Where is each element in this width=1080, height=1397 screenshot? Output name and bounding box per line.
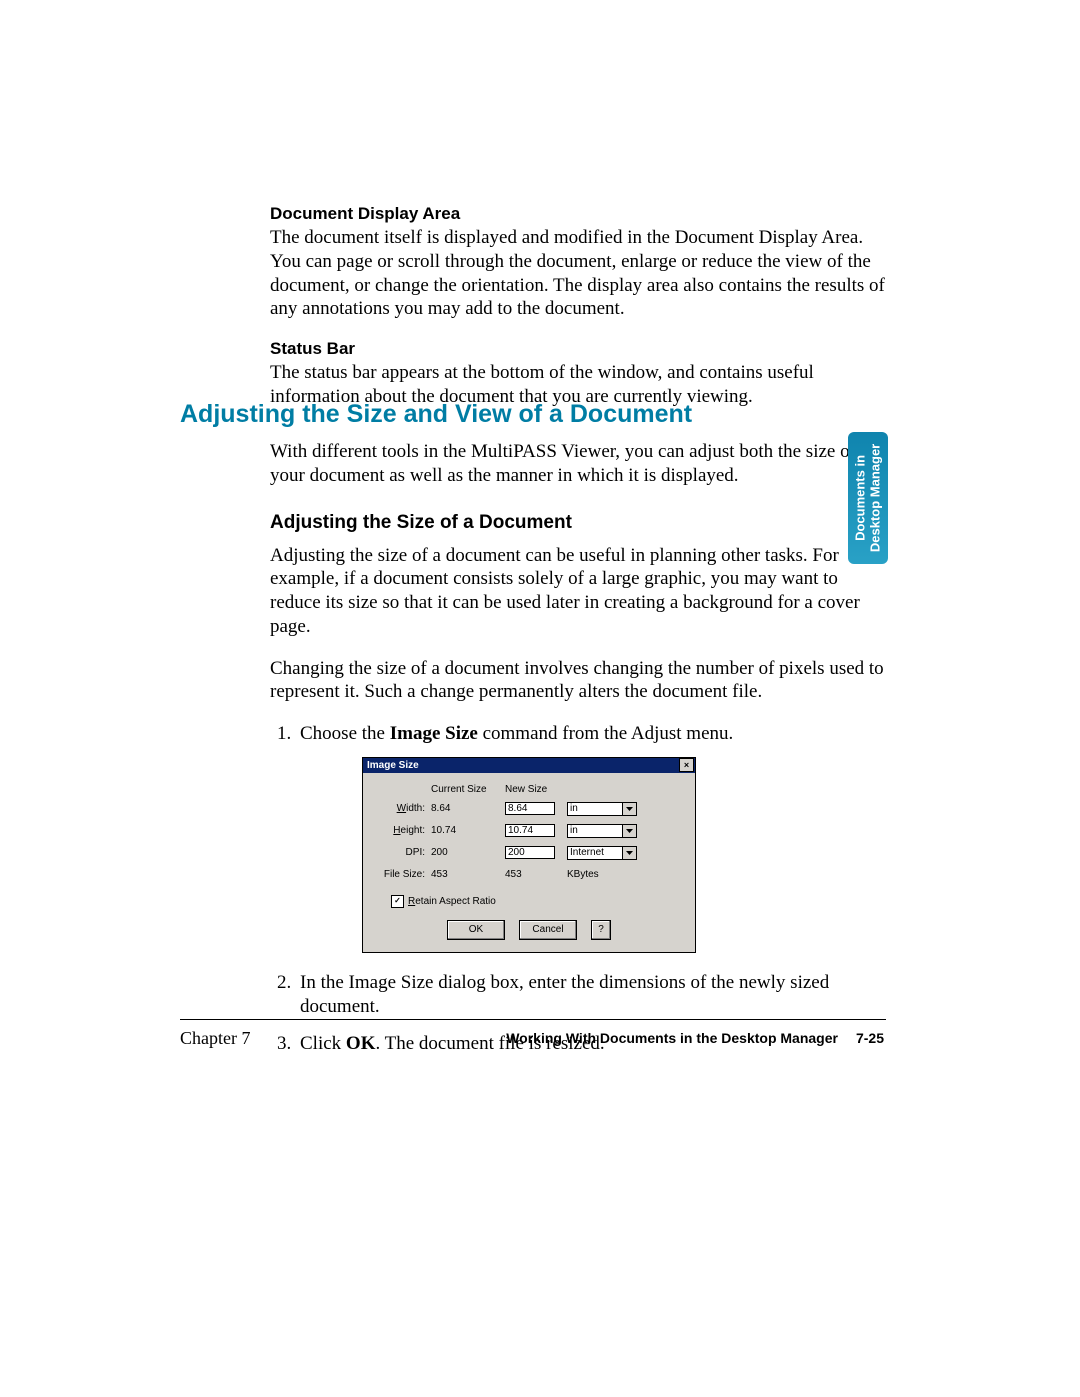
footer-chapter: Chapter 7 bbox=[180, 1028, 250, 1049]
manual-page: Document Display Area The document itsel… bbox=[0, 0, 1080, 1397]
width-unit-combo[interactable]: in bbox=[567, 802, 637, 816]
label-status-bar: Status Bar bbox=[270, 339, 886, 359]
para-adjust-a: Adjusting the size of a document can be … bbox=[270, 544, 886, 639]
dialog-body: Current Size New Size Width: 8.64 8.64 bbox=[363, 773, 695, 952]
dpi-new-input[interactable]: 200 bbox=[505, 846, 555, 859]
step1-post: command from the Adjust menu. bbox=[478, 723, 733, 744]
retain-aspect-checkbox[interactable]: ✓ bbox=[391, 895, 404, 908]
label-height: Height: bbox=[373, 824, 431, 837]
heading-adjusting-size-view: Adjusting the Size and View of a Documen… bbox=[180, 400, 900, 429]
label-display-area: Document Display Area bbox=[270, 204, 886, 224]
retain-aspect-checkbox-row: ✓ Retain Aspect Ratio bbox=[391, 895, 685, 908]
section-tab-text: Documents inDesktop Manager bbox=[853, 444, 883, 552]
close-icon: × bbox=[684, 761, 689, 770]
para-adjust-b: Changing the size of a document involves… bbox=[270, 657, 886, 705]
col-current-size: Current Size bbox=[431, 783, 505, 796]
step-2: In the Image Size dialog box, enter the … bbox=[296, 971, 886, 1020]
step3-pre: Click bbox=[300, 1033, 346, 1054]
step1-pre: Choose the bbox=[300, 723, 390, 744]
height-new-input[interactable]: 10.74 bbox=[505, 824, 555, 837]
col-new-size: New Size bbox=[505, 783, 567, 796]
filesize-current: 453 bbox=[431, 868, 505, 881]
step-1: Choose the Image Size command from the A… bbox=[296, 722, 886, 953]
dialog-button-row: OK Cancel ? bbox=[373, 920, 685, 944]
height-unit-combo[interactable]: in bbox=[567, 824, 637, 838]
height-unit-value: in bbox=[568, 825, 622, 837]
image-size-dialog: Image Size × Current Size New Size bbox=[362, 757, 696, 953]
heading-adjusting-size: Adjusting the Size of a Document bbox=[270, 512, 886, 534]
dialog-titlebar: Image Size × bbox=[363, 758, 695, 773]
filesize-unit: KBytes bbox=[567, 868, 651, 881]
top-content: Document Display Area The document itsel… bbox=[270, 204, 886, 427]
label-width: Width: bbox=[373, 802, 431, 815]
footer-divider bbox=[180, 1019, 886, 1020]
footer-section-page: Working With Documents in the Desktop Ma… bbox=[506, 1030, 884, 1046]
cancel-button[interactable]: Cancel bbox=[519, 920, 577, 940]
help-button[interactable]: ? bbox=[591, 920, 611, 940]
steps-list: Choose the Image Size command from the A… bbox=[270, 722, 886, 1057]
label-dpi: DPI: bbox=[373, 846, 431, 859]
row-dpi: DPI: 200 200 Internet bbox=[373, 846, 685, 860]
main-content: With different tools in the MultiPASS Vi… bbox=[270, 440, 886, 1069]
dialog-header-row: Current Size New Size bbox=[373, 783, 685, 796]
height-current: 10.74 bbox=[431, 824, 505, 837]
para-display-area: The document itself is displayed and mod… bbox=[270, 226, 886, 321]
chevron-down-icon bbox=[622, 825, 636, 837]
label-filesize: File Size: bbox=[373, 868, 431, 881]
dpi-unit-value: Internet bbox=[568, 847, 622, 859]
width-current: 8.64 bbox=[431, 802, 505, 815]
row-height: Height: 10.74 10.74 in bbox=[373, 824, 685, 838]
width-unit-value: in bbox=[568, 803, 622, 815]
step1-bold: Image Size bbox=[390, 723, 478, 744]
section-tab: Documents inDesktop Manager bbox=[848, 432, 888, 564]
dialog-wrap: Image Size × Current Size New Size bbox=[362, 757, 886, 953]
row-filesize: File Size: 453 453 KBytes bbox=[373, 868, 685, 881]
dpi-current: 200 bbox=[431, 846, 505, 859]
dpi-unit-combo[interactable]: Internet bbox=[567, 846, 637, 860]
retain-aspect-label: Retain Aspect Ratio bbox=[408, 895, 496, 908]
step3-bold: OK bbox=[346, 1033, 376, 1054]
filesize-new: 453 bbox=[505, 868, 567, 881]
chevron-down-icon bbox=[622, 803, 636, 815]
row-width: Width: 8.64 8.64 in bbox=[373, 802, 685, 816]
chevron-down-icon bbox=[622, 847, 636, 859]
ok-button[interactable]: OK bbox=[447, 920, 505, 940]
dialog-title: Image Size bbox=[367, 759, 419, 772]
intro-paragraph: With different tools in the MultiPASS Vi… bbox=[270, 440, 886, 488]
close-button[interactable]: × bbox=[679, 758, 694, 772]
width-new-input[interactable]: 8.64 bbox=[505, 802, 555, 815]
